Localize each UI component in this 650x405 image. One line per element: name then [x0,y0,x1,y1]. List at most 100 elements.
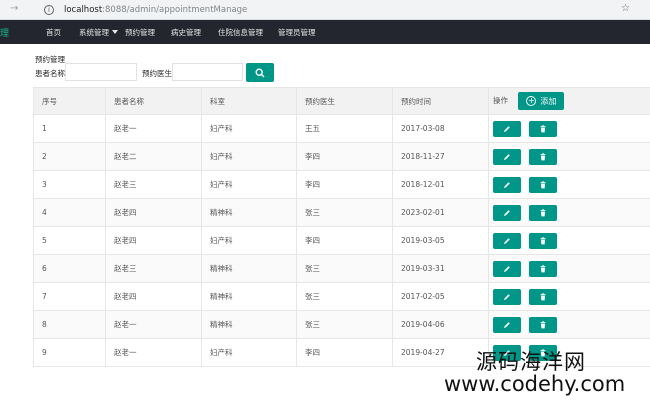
nav-item-system[interactable]: 系统管理 [79,27,118,38]
cell-patient: 赵老四 [105,226,202,255]
cell-dept: 精神科 [201,254,297,283]
add-button[interactable]: + 添加 [518,92,565,110]
cell-index: 1 [33,114,106,143]
cell-actions [488,198,650,227]
cell-date: 2017-02-05 [392,282,489,311]
cell-index: 5 [33,226,106,255]
cell-dept: 妇产科 [201,226,297,255]
delete-button[interactable] [529,288,557,305]
brand-logo[interactable]: 理 [0,26,9,39]
search-icon [255,67,265,78]
nav-item-appointment[interactable]: 预约管理 [125,27,155,38]
pencil-icon [503,233,511,248]
pencil-icon [503,317,511,332]
cell-index: 3 [33,170,106,199]
pencil-icon [503,261,511,276]
cell-actions [488,142,650,171]
nav-item-history[interactable]: 病史管理 [171,27,201,38]
header-doctor: 预约医生 [296,87,393,115]
cell-doctor: 张三 [296,198,393,227]
trash-icon [539,205,547,220]
cell-dept: 妇产科 [201,114,297,143]
edit-button[interactable] [493,120,521,137]
header-index: 序号 [33,87,106,115]
nav-item-admin[interactable]: 管理员管理 [278,27,316,38]
cell-actions [488,310,650,339]
delete-button[interactable] [529,148,557,165]
trash-icon [539,233,547,248]
cell-patient: 赵老三 [105,254,202,283]
cell-index: 4 [33,198,106,227]
nav-item-home[interactable]: 首页 [46,27,61,38]
delete-button[interactable] [529,316,557,333]
cell-patient: 赵老四 [105,198,202,227]
delete-button[interactable] [529,120,557,137]
doctor-input[interactable] [172,63,243,81]
cell-index: 2 [33,142,106,171]
cell-date: 2019-03-05 [392,226,489,255]
delete-button[interactable] [529,176,557,193]
edit-button[interactable] [493,316,521,333]
browser-toolbar: → i localhost:8088/admin/appointmentMana… [0,0,650,20]
url-path: :8088/admin/appointmentManage [102,5,248,15]
pencil-icon [503,177,511,192]
caret-down-icon [112,30,118,34]
cell-doctor: 李四 [296,142,393,171]
nav-item-inpatient[interactable]: 住院信息管理 [218,27,263,38]
edit-button[interactable] [493,260,521,277]
bookmark-star-icon[interactable]: ☆ [621,3,630,14]
cell-patient: 赵老二 [105,142,202,171]
cell-doctor: 李四 [296,226,393,255]
table-row: 6 赵老三 精神科 张三 2019-03-31 [33,254,650,283]
cell-index: 9 [33,338,106,367]
table-row: 3 赵老三 妇产科 李四 2018-12-01 [33,170,650,199]
cell-doctor: 李四 [296,338,393,367]
cell-doctor: 张三 [296,282,393,311]
cell-patient: 赵老四 [105,282,202,311]
pencil-icon [503,121,511,136]
cell-actions [488,282,650,311]
cell-patient: 赵老一 [105,338,202,367]
trash-icon [539,317,547,332]
delete-button[interactable] [529,232,557,249]
pencil-icon [503,289,511,304]
appointment-table: 序号 患者名称 科室 预约医生 预约时间 操作 + 添加 1 赵老一 妇产科 王五 20… [33,87,650,367]
table-header-row: 序号 患者名称 科室 预约医生 预约时间 操作 + 添加 [33,87,650,115]
edit-button[interactable] [493,148,521,165]
cell-doctor: 张三 [296,254,393,283]
cell-dept: 精神科 [201,310,297,339]
cell-date: 2017-03-08 [392,114,489,143]
delete-button[interactable] [529,260,557,277]
patient-name-input[interactable] [65,63,137,81]
header-dept: 科室 [201,87,297,115]
top-navbar: 理 首页 系统管理 预约管理 病史管理 住院信息管理 管理员管理 [0,20,650,44]
delete-button[interactable] [529,204,557,221]
watermark-url: www.codehy.com [444,372,626,396]
cell-date: 2018-12-01 [392,170,489,199]
forward-arrow-icon[interactable]: → [10,3,18,14]
header-patient: 患者名称 [105,87,202,115]
cell-date: 2023-02-01 [392,198,489,227]
nav-item-system-label: 系统管理 [79,28,109,37]
cell-actions [488,114,650,143]
cell-index: 8 [33,310,106,339]
trash-icon [539,121,547,136]
edit-button[interactable] [493,204,521,221]
cell-patient: 赵老一 [105,310,202,339]
trash-icon [539,177,547,192]
info-icon[interactable]: i [44,5,54,15]
trash-icon [539,261,547,276]
table-row: 1 赵老一 妇产科 王五 2017-03-08 [33,114,650,143]
address-bar[interactable]: i localhost:8088/admin/appointmentManage [44,2,604,18]
edit-button[interactable] [493,176,521,193]
doctor-label: 预约医生: [142,69,175,78]
cell-index: 7 [33,282,106,311]
cell-date: 2019-04-06 [392,310,489,339]
cell-doctor: 李四 [296,170,393,199]
cell-dept: 妇产科 [201,142,297,171]
edit-button[interactable] [493,232,521,249]
cell-dept: 精神科 [201,282,297,311]
edit-button[interactable] [493,288,521,305]
cell-actions [488,170,650,199]
search-button[interactable] [246,63,274,82]
